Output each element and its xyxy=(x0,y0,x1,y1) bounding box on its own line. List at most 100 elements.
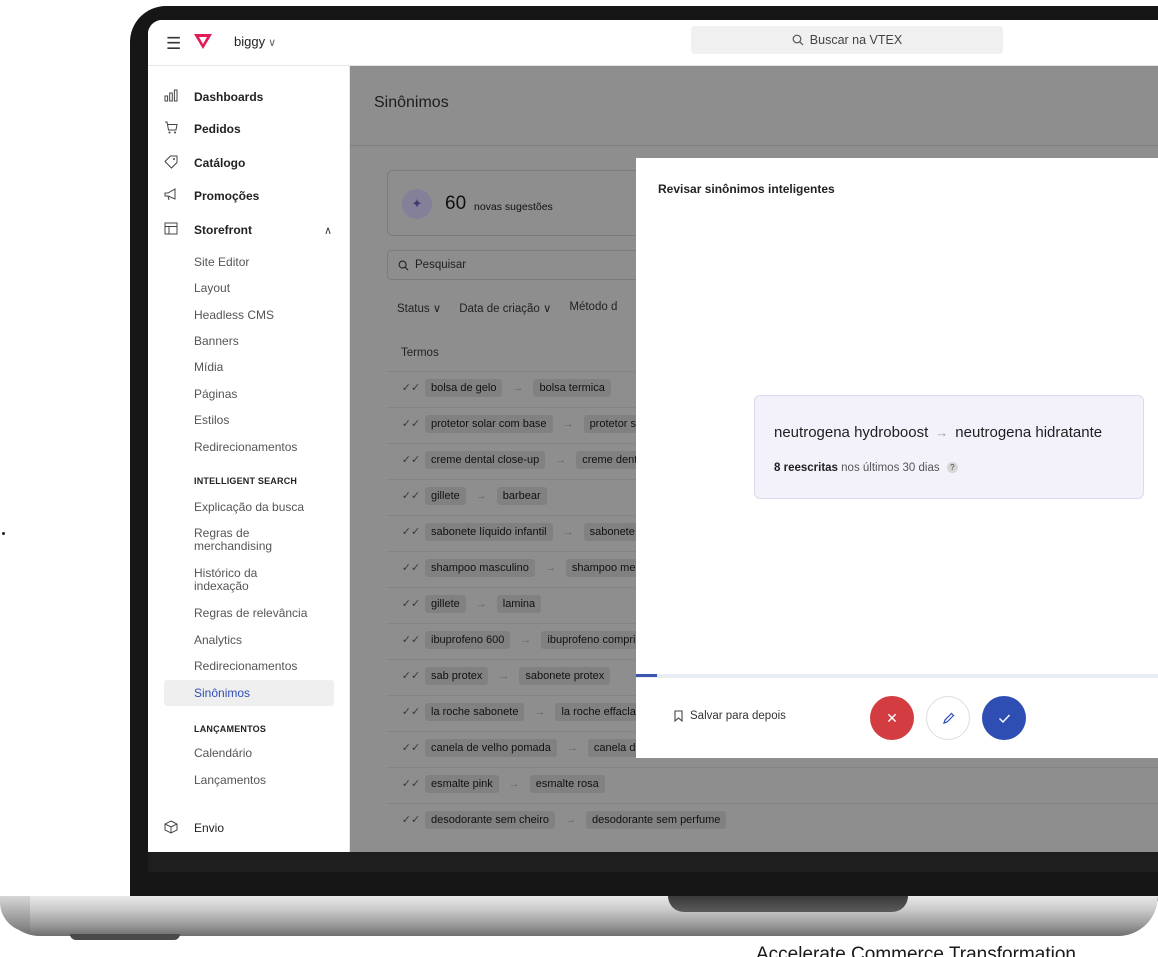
double-check-icon: ✓✓ xyxy=(401,598,421,610)
arrow-right-icon: → xyxy=(498,669,510,682)
arrow-right-icon: → xyxy=(512,381,524,394)
synonym-pair: neutrogena hydroboost → neutrogena hidrata… xyxy=(774,424,1102,441)
sidebar-item-pedidos[interactable]: Pedidos xyxy=(148,116,350,142)
row-term: ibuprofeno 600 xyxy=(425,630,511,649)
row-term: gillete xyxy=(425,594,466,613)
header-divider xyxy=(350,145,1158,146)
global-search-placeholder: Buscar na VTEX xyxy=(809,33,903,47)
double-check-icon: ✓✓ xyxy=(401,778,421,790)
sidebar-subitem-site-editor[interactable]: Site Editor xyxy=(194,256,249,269)
row-synonym: shampoo mer xyxy=(565,558,646,577)
sidebar-item-label: Dashboards xyxy=(194,90,264,104)
sidebar-subitem-midia[interactable]: Mídia xyxy=(194,361,223,374)
laptop-notch xyxy=(668,896,908,912)
sidebar-item-envio[interactable]: Envio xyxy=(148,815,350,841)
suggestions-card[interactable]: ✦ 60 novas sugestões xyxy=(387,170,647,236)
double-check-icon: ✓✓ xyxy=(401,634,421,646)
arrow-right-icon: → xyxy=(520,633,532,646)
row-term: gillete xyxy=(425,486,466,505)
save-for-later-button[interactable]: Salvar para depois xyxy=(674,710,786,722)
suggestions-label: novas sugestões xyxy=(474,201,553,213)
row-synonym: sabonete protex xyxy=(519,666,611,685)
arrow-right-icon: → xyxy=(566,741,578,754)
review-modal: Revisar sinônimos inteligentes neutrogen… xyxy=(636,158,1158,758)
sidebar-item-label: Storefront xyxy=(194,223,252,237)
sidebar-subitem-analytics[interactable]: Analytics xyxy=(194,634,242,647)
arrow-right-icon: → xyxy=(562,417,574,430)
sidebar-item-promocoes[interactable]: Promoções xyxy=(148,183,350,209)
sidebar-subitem-calendario[interactable]: Calendário xyxy=(194,747,252,760)
megaphone-icon xyxy=(163,188,179,204)
hamburger-menu-icon[interactable]: ☰ xyxy=(166,34,181,54)
sidebar-subitem-regras-relevancia[interactable]: Regras de relevância xyxy=(194,607,307,620)
vtex-logo[interactable] xyxy=(192,32,214,55)
save-for-later-label: Salvar para depois xyxy=(690,710,786,722)
row-term: bolsa de gelo xyxy=(425,378,503,397)
arrow-right-icon: → xyxy=(544,561,556,574)
rewrite-stats: 8 reescritas nos últimos 30 dias ? xyxy=(774,462,958,474)
sidebar-subitem-layout[interactable]: Layout xyxy=(194,282,230,295)
synonym-search-input[interactable]: Pesquisar xyxy=(387,250,647,280)
arrow-right-icon: → xyxy=(475,597,487,610)
sidebar-subitem-headless-cms[interactable]: Headless CMS xyxy=(194,309,274,322)
synonym-suggestion-card: neutrogena hydroboost → neutrogena hidrata… xyxy=(754,395,1144,499)
global-search[interactable]: Buscar na VTEX xyxy=(691,26,1003,54)
help-icon[interactable]: ? xyxy=(946,462,958,474)
section-title-lancamentos: LANÇAMENTOS xyxy=(194,724,267,734)
synonym-target: neutrogena hidratante xyxy=(955,424,1103,441)
row-synonym: sabonete xyxy=(583,522,641,541)
sidebar-subitem-historico-indexacao[interactable]: Histórico da indexação xyxy=(194,567,304,593)
row-synonym: bolsa termica xyxy=(533,378,611,397)
sidebar-subitem-explicacao-busca[interactable]: Explicação da busca xyxy=(194,501,304,514)
row-term: la roche sabonete xyxy=(425,702,525,721)
reject-button[interactable]: ✕ xyxy=(870,696,914,740)
sidebar-subitem-lancamentos[interactable]: Lançamentos xyxy=(194,774,266,787)
double-check-icon: ✓✓ xyxy=(401,670,421,682)
chevron-up-icon[interactable]: ∧ xyxy=(324,224,332,237)
sidebar-subitem-regras-merchandising[interactable]: Regras de merchandising xyxy=(194,527,314,553)
sidebar-subitem-banners[interactable]: Banners xyxy=(194,335,239,348)
sidebar-subitem-paginas[interactable]: Páginas xyxy=(194,388,237,401)
double-check-icon: ✓✓ xyxy=(401,706,421,718)
edit-button[interactable] xyxy=(926,696,970,740)
footer-divider xyxy=(636,677,1158,678)
suggestions-count: 60 xyxy=(445,193,467,214)
close-icon: ✕ xyxy=(886,709,898,726)
column-header-terms: Termos xyxy=(401,347,439,359)
row-term: canela de velho pomada xyxy=(425,738,557,757)
sidebar-item-dashboards[interactable]: Dashboards xyxy=(148,84,350,110)
synonym-search-placeholder: Pesquisar xyxy=(415,259,467,271)
sidebar-item-storefront[interactable]: Storefront ∧ xyxy=(148,217,350,243)
filter-method[interactable]: Método d xyxy=(569,301,617,315)
sidebar-subitem-sinonimos[interactable]: Sinônimos xyxy=(164,680,334,706)
sidebar-item-label: Envio xyxy=(194,821,225,835)
accept-button[interactable] xyxy=(982,696,1026,740)
filter-status[interactable]: Status ∨ xyxy=(397,301,441,315)
table-row[interactable]: ✓✓ esmalte pink → esmalte rosa xyxy=(387,767,1158,799)
stage: ☰ biggy ∨ Buscar na VTEX Dashboards Pedid… xyxy=(0,0,1158,957)
sidebar-subitem-redirecionamentos[interactable]: Redirecionamentos xyxy=(194,441,297,454)
double-check-icon: ✓✓ xyxy=(401,742,421,754)
sidebar-item-catalogo[interactable]: Catálogo xyxy=(148,150,350,176)
row-synonym: lamina xyxy=(496,594,542,613)
row-synonym: creme dent xyxy=(576,450,644,469)
row-term: sabonete líquido infantil xyxy=(425,522,553,541)
pencil-icon xyxy=(942,712,954,724)
arrow-right-icon: → xyxy=(565,813,577,826)
laptop-base-edge xyxy=(0,896,30,932)
sidebar: Dashboards Pedidos Catálogo Promoções St… xyxy=(148,66,350,852)
tag-icon xyxy=(163,155,179,172)
bookmark-icon xyxy=(674,710,683,722)
rewrite-count: 8 reescritas xyxy=(774,462,838,474)
search-icon xyxy=(398,260,409,270)
account-switcher[interactable]: biggy ∨ xyxy=(234,34,276,49)
table-row[interactable]: ✓✓ desodorante sem cheiro → desodorante sem… xyxy=(387,803,1158,835)
row-synonym: esmalte rosa xyxy=(529,774,605,793)
page-title: Sinônimos xyxy=(374,94,449,111)
row-synonym: barbear xyxy=(496,486,547,505)
sidebar-subitem-estilos[interactable]: Estilos xyxy=(194,414,229,427)
sidebar-subitem-redirecionamentos-search[interactable]: Redirecionamentos xyxy=(194,660,297,673)
account-name: biggy xyxy=(234,34,266,49)
filter-creation-date[interactable]: Data de criação ∨ xyxy=(459,301,551,315)
row-synonym: ibuprofeno compri xyxy=(541,630,642,649)
